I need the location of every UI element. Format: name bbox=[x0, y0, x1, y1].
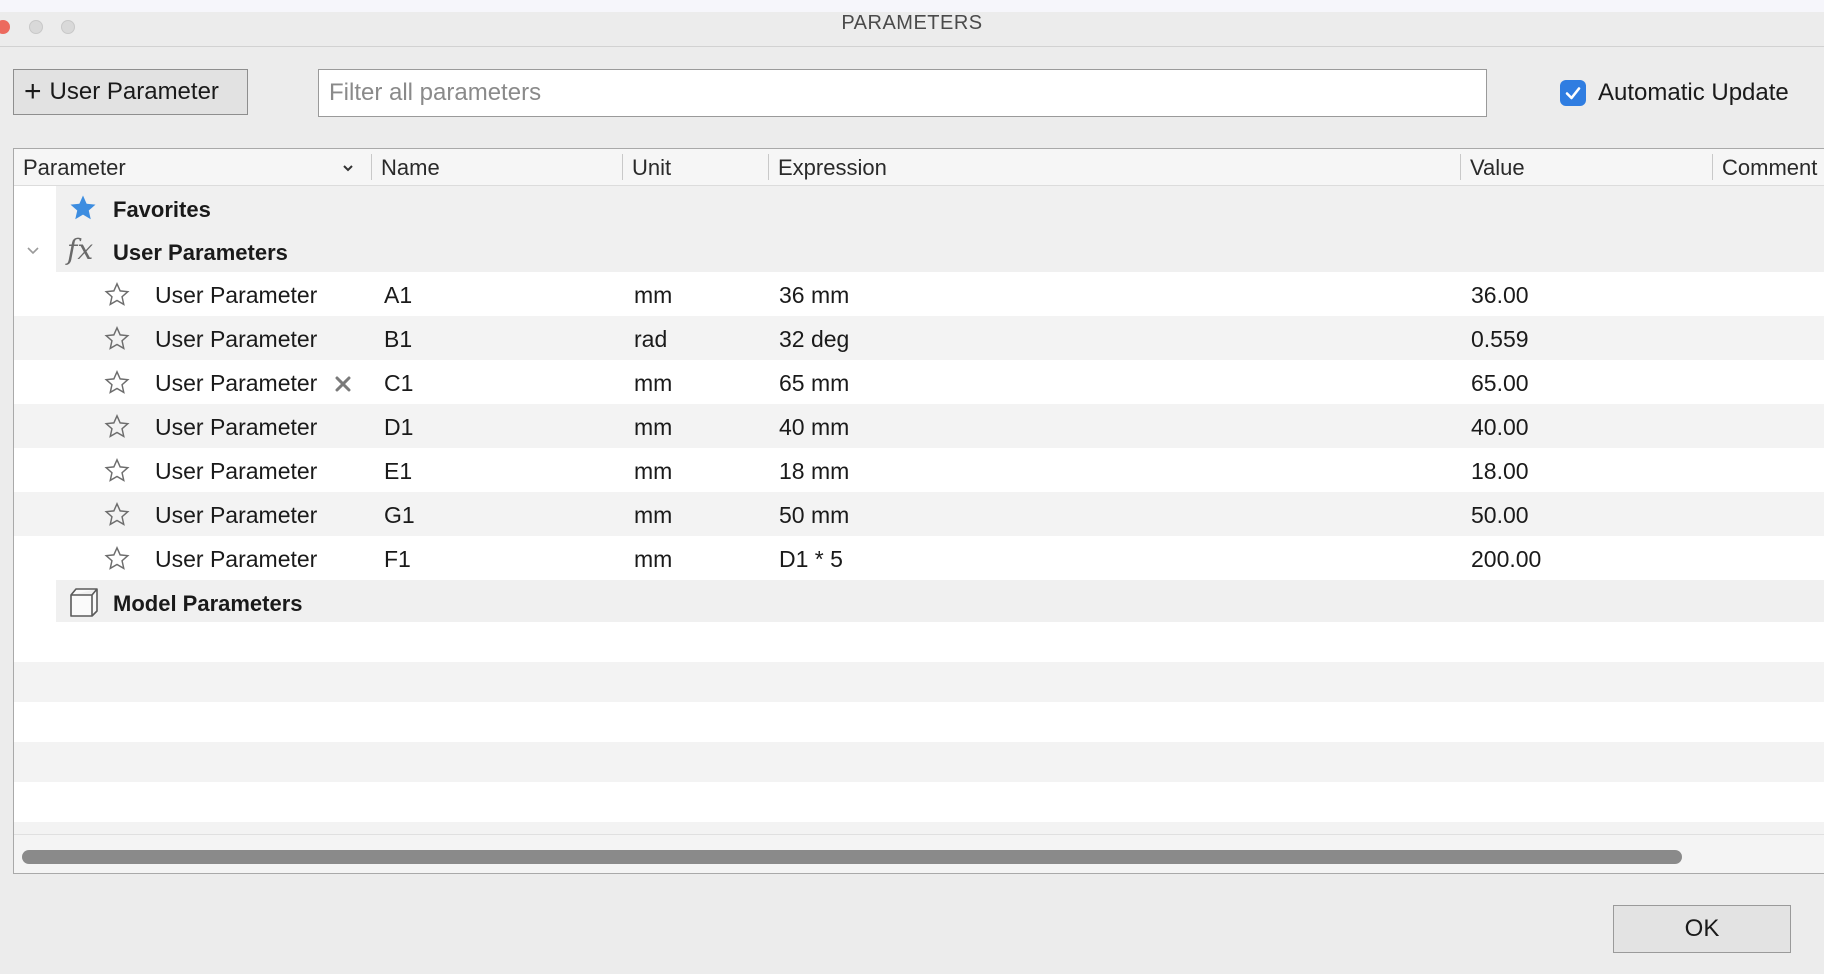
check-icon bbox=[1565, 87, 1581, 100]
cell-expression[interactable]: 32 deg bbox=[779, 326, 849, 353]
star-outline-icon[interactable] bbox=[103, 281, 131, 308]
column-header-unit[interactable]: Unit bbox=[632, 155, 671, 181]
cell-parameter: User Parameter bbox=[155, 414, 318, 440]
fx-icon: fx bbox=[67, 233, 94, 266]
star-outline-icon[interactable] bbox=[103, 413, 131, 440]
sort-chevron-icon[interactable] bbox=[341, 161, 355, 175]
cell-name[interactable]: F1 bbox=[384, 546, 411, 573]
cell-value: 0.559 bbox=[1471, 326, 1529, 352]
row-gutter bbox=[14, 580, 56, 622]
automatic-update-label: Automatic Update bbox=[1598, 79, 1789, 106]
group-label-model-parameters: Model Parameters bbox=[113, 591, 303, 616]
cell-unit[interactable]: rad bbox=[634, 326, 667, 353]
cell-value: 40.00 bbox=[1471, 414, 1529, 440]
cell-parameter: User Parameter bbox=[155, 370, 318, 396]
collapse-chevron-icon[interactable] bbox=[25, 243, 41, 259]
cell-value: 200.00 bbox=[1471, 546, 1542, 572]
column-divider[interactable] bbox=[1460, 154, 1461, 180]
automatic-update-checkbox[interactable] bbox=[1560, 80, 1586, 106]
group-row-favorites[interactable]: Favorites bbox=[14, 186, 1824, 229]
cell-name[interactable]: B1 bbox=[384, 326, 412, 353]
column-divider[interactable] bbox=[768, 154, 769, 180]
empty-row bbox=[14, 662, 1824, 702]
cell-parameter: User Parameter bbox=[155, 458, 318, 484]
cell-unit[interactable]: mm bbox=[634, 546, 672, 573]
parameters-table: Parameter Name Unit Expression Value Com… bbox=[13, 148, 1824, 874]
desktop-strip bbox=[0, 0, 1824, 12]
star-outline-icon[interactable] bbox=[103, 545, 131, 572]
column-divider[interactable] bbox=[371, 154, 372, 180]
cell-unit[interactable]: mm bbox=[634, 370, 672, 397]
cell-name[interactable]: G1 bbox=[384, 502, 415, 529]
cell-value: 36.00 bbox=[1471, 282, 1529, 308]
star-outline-icon[interactable] bbox=[103, 501, 131, 528]
cell-name[interactable]: A1 bbox=[384, 282, 412, 309]
automatic-update-toggle[interactable]: Automatic Update bbox=[1560, 79, 1789, 107]
filter-input[interactable] bbox=[318, 69, 1487, 117]
group-label-user-parameters: User Parameters bbox=[113, 240, 288, 265]
group-label-favorites: Favorites bbox=[113, 197, 211, 222]
add-user-parameter-label: User Parameter bbox=[49, 78, 219, 105]
empty-row bbox=[14, 782, 1824, 822]
table-row[interactable]: User Parameter B1 rad 32 deg 0.559 bbox=[14, 316, 1824, 360]
group-row-user-parameters[interactable]: fx User Parameters bbox=[14, 229, 1824, 272]
table-row[interactable]: User Parameter F1 mm D1 * 5 200.00 bbox=[14, 536, 1824, 580]
plus-icon: + bbox=[24, 75, 42, 108]
cell-parameter: User Parameter bbox=[155, 502, 318, 528]
cell-unit[interactable]: mm bbox=[634, 414, 672, 441]
window-title: PARAMETERS bbox=[841, 12, 983, 34]
cell-unit[interactable]: mm bbox=[634, 458, 672, 485]
title-bar: PARAMETERS bbox=[0, 12, 1824, 47]
star-filled-icon bbox=[70, 195, 96, 220]
cell-value: 50.00 bbox=[1471, 502, 1529, 528]
add-user-parameter-button[interactable]: + User Parameter bbox=[13, 69, 248, 115]
cell-expression[interactable]: 65 mm bbox=[779, 370, 849, 397]
column-header-parameter[interactable]: Parameter bbox=[23, 155, 126, 181]
cell-name[interactable]: E1 bbox=[384, 458, 412, 485]
cell-expression[interactable]: 36 mm bbox=[779, 282, 849, 309]
star-outline-icon[interactable] bbox=[103, 325, 131, 352]
cell-parameter: User Parameter bbox=[155, 326, 318, 352]
cell-expression[interactable]: 40 mm bbox=[779, 414, 849, 441]
table-row[interactable]: User Parameter A1 mm 36 mm 36.00 bbox=[14, 272, 1824, 316]
table-row[interactable]: User Parameter D1 mm 40 mm 40.00 bbox=[14, 404, 1824, 448]
horizontal-scrollbar[interactable] bbox=[14, 834, 1824, 873]
column-divider[interactable] bbox=[1712, 154, 1713, 180]
row-gutter bbox=[14, 186, 56, 229]
star-outline-icon[interactable] bbox=[103, 369, 131, 396]
column-header-expression[interactable]: Expression bbox=[778, 155, 887, 181]
empty-row bbox=[14, 702, 1824, 742]
cell-value: 65.00 bbox=[1471, 370, 1529, 396]
cell-expression[interactable]: 50 mm bbox=[779, 502, 849, 529]
horizontal-scrollbar-thumb[interactable] bbox=[22, 850, 1682, 864]
cell-unit[interactable]: mm bbox=[634, 282, 672, 309]
table-row[interactable]: User Parameter G1 mm 50 mm 50.00 bbox=[14, 492, 1824, 536]
empty-row bbox=[14, 742, 1824, 782]
cell-parameter: User Parameter bbox=[155, 546, 318, 572]
empty-row bbox=[14, 622, 1824, 662]
cell-expression[interactable]: 18 mm bbox=[779, 458, 849, 485]
cube-icon bbox=[70, 588, 98, 617]
table-row[interactable]: User Parameter E1 mm 18 mm 18.00 bbox=[14, 448, 1824, 492]
cell-expression[interactable]: D1 * 5 bbox=[779, 546, 843, 573]
column-header-comment[interactable]: Comment bbox=[1722, 155, 1817, 181]
table-header: Parameter Name Unit Expression Value Com… bbox=[14, 149, 1824, 186]
column-header-value[interactable]: Value bbox=[1470, 155, 1525, 181]
table-row[interactable]: User Parameter C1 mm 65 mm 65.00 bbox=[14, 360, 1824, 404]
star-outline-icon[interactable] bbox=[103, 457, 131, 484]
column-header-name[interactable]: Name bbox=[381, 155, 440, 181]
ok-button[interactable]: OK bbox=[1613, 905, 1791, 953]
cell-name[interactable]: C1 bbox=[384, 370, 413, 397]
cell-parameter: User Parameter bbox=[155, 282, 318, 308]
group-row-model-parameters[interactable]: Model Parameters bbox=[14, 580, 1824, 622]
cell-name[interactable]: D1 bbox=[384, 414, 413, 441]
cell-value: 18.00 bbox=[1471, 458, 1529, 484]
column-divider[interactable] bbox=[622, 154, 623, 180]
delete-x-icon[interactable] bbox=[334, 375, 352, 393]
cell-unit[interactable]: mm bbox=[634, 502, 672, 529]
